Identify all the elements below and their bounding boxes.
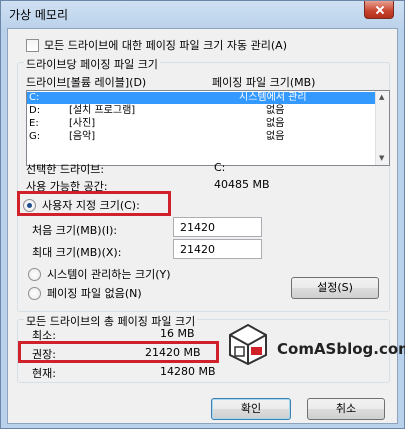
max-size-input[interactable]: 21420: [173, 239, 262, 259]
virtual-memory-dialog: 가상 메모리 모든 드라이브에 대한 페이징 파일 크기 자동 관리(A) 드라…: [0, 0, 405, 429]
drive-label: [설치 프로그램]: [69, 105, 136, 116]
dialog-body: 모든 드라이브에 대한 페이징 파일 크기 자동 관리(A) 드라이브당 페이징…: [7, 28, 398, 424]
drive-group-title: 드라이브당 페이징 파일 크기: [24, 56, 160, 72]
cancel-button[interactable]: 취소: [307, 398, 385, 420]
list-item[interactable]: E: [사진] 없음: [27, 118, 376, 130]
watermark-text: ComASblog.com: [277, 340, 405, 358]
ok-button[interactable]: 확인: [211, 398, 291, 420]
scroll-up-icon[interactable]: ▲: [379, 93, 384, 101]
window-title: 가상 메모리: [9, 8, 69, 22]
drive-letter: D:: [29, 105, 41, 116]
drive-size: 없음: [266, 105, 285, 116]
system-managed-radio[interactable]: [28, 267, 41, 281]
recommended-value: 21420 MB: [145, 346, 201, 359]
list-item[interactable]: G: [음악] 없음: [27, 131, 376, 143]
drive-column-header: 드라이브[볼륨 레이블](D): [26, 76, 147, 89]
auto-manage-checkbox[interactable]: [26, 38, 39, 52]
custom-size-radio[interactable]: [23, 198, 36, 212]
no-paging-option[interactable]: 페이징 파일 없음(N): [28, 285, 142, 301]
initial-size-label: 처음 크기(MB)(I):: [32, 224, 118, 237]
drive-label: [음악]: [69, 131, 96, 142]
no-paging-radio[interactable]: [28, 286, 41, 300]
selected-drive-label: 선택한 드라이브:: [26, 163, 105, 176]
title-bar: 가상 메모리: [1, 1, 404, 27]
auto-manage-row[interactable]: 모든 드라이브에 대한 페이징 파일 크기 자동 관리(A): [26, 37, 287, 53]
system-managed-option[interactable]: 시스템이 관리하는 크기(Y): [28, 266, 171, 282]
drive-size: 없음: [266, 118, 285, 129]
comasblog-logo-icon: [229, 323, 267, 365]
drive-letter: G:: [29, 131, 41, 142]
system-managed-label: 시스템이 관리하는 크기(Y): [47, 268, 171, 281]
auto-manage-label: 모든 드라이브에 대한 페이징 파일 크기 자동 관리(A): [44, 39, 287, 52]
current-size-value: 14280 MB: [160, 365, 216, 378]
free-space-value: 40485 MB: [214, 178, 270, 191]
drive-size: 없음: [266, 131, 285, 142]
initial-size-input[interactable]: 21420: [173, 217, 262, 237]
custom-size-option[interactable]: 사용자 지정 크기(C):: [23, 197, 140, 213]
set-button[interactable]: 설정(S): [291, 277, 379, 299]
custom-size-label: 사용자 지정 크기(C):: [42, 199, 140, 212]
list-scrollbar[interactable]: ▲ ▼: [375, 91, 389, 165]
no-paging-label: 페이징 파일 없음(N): [47, 287, 142, 300]
drive-letter: C:: [29, 92, 40, 103]
close-button[interactable]: [364, 1, 394, 19]
drive-letter: E:: [29, 118, 39, 129]
size-column-header: 페이징 파일 크기(MB): [212, 76, 316, 89]
max-size-label: 최대 크기(MB)(X):: [32, 246, 122, 259]
min-size-value: 16 MB: [160, 327, 195, 340]
drive-size: 시스템에서 관리: [239, 92, 307, 103]
scroll-down-icon[interactable]: ▼: [379, 154, 384, 162]
drive-list[interactable]: C: 시스템에서 관리 D: [설치 프로그램] 없음 E: [사진] 없음 G…: [26, 90, 390, 166]
list-item[interactable]: C: 시스템에서 관리: [27, 92, 376, 104]
selected-drive-value: C:: [214, 161, 226, 174]
recommended-label: 권장:: [32, 348, 56, 361]
drive-label: [사진]: [69, 118, 96, 129]
list-item[interactable]: D: [설치 프로그램] 없음: [27, 105, 376, 117]
current-size-label: 현재:: [32, 367, 56, 380]
